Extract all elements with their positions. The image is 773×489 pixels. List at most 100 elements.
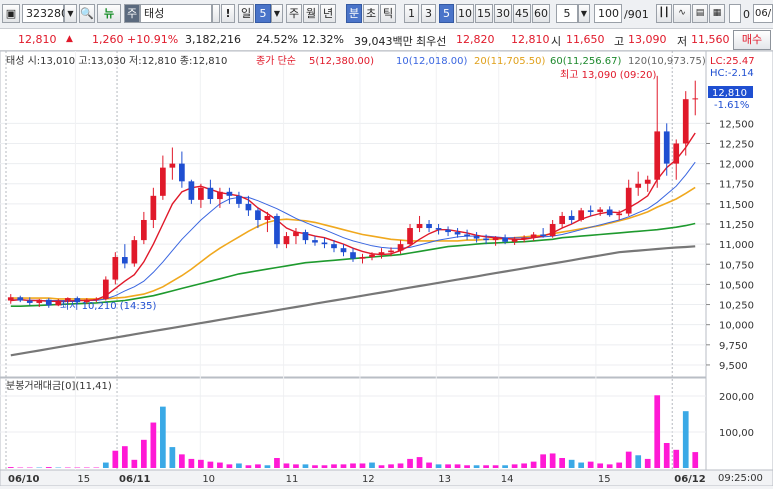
minute-30[interactable]: 30 xyxy=(494,4,512,23)
volume-bar xyxy=(122,446,128,468)
candle-style-icon[interactable]: ┃┃ xyxy=(656,4,672,23)
interval-input[interactable]: 5 xyxy=(556,4,578,23)
option-checkbox[interactable] xyxy=(729,4,741,23)
candle-body xyxy=(436,228,442,230)
volume-panel-title: 분봉거래대금[0](11,41) xyxy=(6,380,112,392)
volume-tick-label: 200,00 xyxy=(719,392,754,403)
candle-body xyxy=(341,248,347,252)
high-label: 고 xyxy=(614,33,624,49)
minute-15[interactable]: 15 xyxy=(475,4,493,23)
volume-bar xyxy=(626,452,632,468)
candle-body xyxy=(464,234,470,236)
x-tick-label: 15 xyxy=(598,474,611,485)
buy-button[interactable]: 매수 xyxy=(733,30,771,50)
candle-body xyxy=(626,188,632,214)
y-tick-label: 10,500 xyxy=(719,280,754,291)
volume-bar xyxy=(217,463,223,468)
volume-bar xyxy=(236,463,242,468)
news-button[interactable]: 뉴 xyxy=(97,4,121,23)
volume-bar xyxy=(550,453,556,468)
minute-1[interactable]: 1 xyxy=(404,4,419,23)
stock-badge: 주 xyxy=(124,4,140,23)
volume-bar xyxy=(521,463,527,468)
candle-body xyxy=(227,192,233,196)
candle-body xyxy=(683,99,689,143)
volume-bar xyxy=(208,462,214,468)
volume-bar xyxy=(350,463,356,468)
stock-code-input[interactable]: 323280 xyxy=(22,4,64,23)
tab-year[interactable]: 년 xyxy=(320,4,336,23)
chart-area[interactable]: 12,50012,25012,00011,75011,50011,25011,0… xyxy=(0,51,773,486)
candle-body xyxy=(217,192,223,199)
candle-body xyxy=(692,98,698,99)
search-icon[interactable]: 🔍 xyxy=(79,4,95,23)
window-menu-icon[interactable]: ▣ xyxy=(2,4,20,23)
hc-label: HC:-2.14 xyxy=(710,68,754,79)
candle-body xyxy=(578,210,584,220)
volume-bar xyxy=(559,458,565,468)
y-tick-label: 10,750 xyxy=(719,260,754,271)
min-price-annotation: 최저 10,210 (14:35) xyxy=(60,300,156,312)
volume-bar xyxy=(360,463,366,468)
volume-bar xyxy=(407,459,413,468)
candle-body xyxy=(170,164,176,168)
x-tick-label: 06/11 xyxy=(119,474,151,485)
volume-bar xyxy=(8,467,14,468)
interval-dropdown-icon[interactable]: ▼ xyxy=(578,4,590,23)
candle-body xyxy=(388,251,394,253)
page-count-input[interactable]: 100 xyxy=(594,4,622,23)
alert-button[interactable]: ! xyxy=(221,4,235,23)
tab-day[interactable]: 일 xyxy=(238,4,254,23)
tab-tick[interactable]: 틱 xyxy=(380,4,396,23)
line-style-icon[interactable]: ∿ xyxy=(673,4,691,23)
volume-value: 3,182,216 xyxy=(185,33,241,46)
resize-icon[interactable] xyxy=(212,4,220,23)
tab-minute[interactable]: 분 xyxy=(346,4,362,23)
volume-bar xyxy=(379,465,385,468)
candle-body xyxy=(322,243,328,245)
candle-body xyxy=(616,214,622,216)
candle-body xyxy=(607,210,613,216)
candle-body xyxy=(46,300,52,306)
candle-body xyxy=(93,299,99,300)
candle-body xyxy=(369,255,375,257)
tab-month[interactable]: 월 xyxy=(303,4,319,23)
volume-bar xyxy=(493,465,499,468)
tab-second[interactable]: 초 xyxy=(363,4,379,23)
toolbar: ▣ 323280 ▼ 🔍 뉴 주 태성 ! 일 5 ▼ 주 월 년 분 초 틱 … xyxy=(0,0,773,29)
page-total: /901 xyxy=(624,8,649,21)
grid-icon[interactable]: ▦ xyxy=(709,4,725,23)
save-icon[interactable]: ▤ xyxy=(692,4,708,23)
volume-bar xyxy=(683,411,689,468)
tab-week[interactable]: 주 xyxy=(286,4,302,23)
y-tick-label: 11,500 xyxy=(719,200,754,211)
candle-body xyxy=(455,232,461,234)
minute-45[interactable]: 45 xyxy=(513,4,531,23)
code-dropdown-icon[interactable]: ▼ xyxy=(64,4,77,23)
candle-body xyxy=(559,216,565,224)
candle-body xyxy=(502,238,508,242)
tab-day-count[interactable]: 5 xyxy=(255,4,271,23)
volume-bar xyxy=(274,458,280,468)
candle-body xyxy=(645,180,651,184)
minute-3[interactable]: 3 xyxy=(421,4,436,23)
volume-bar xyxy=(483,465,489,468)
minute-10[interactable]: 10 xyxy=(456,4,474,23)
volume-bar xyxy=(189,459,195,468)
date-input[interactable]: 06/ xyxy=(753,4,773,23)
x-tick-label: 14 xyxy=(501,474,514,485)
current-price-axis-label: 12,810 xyxy=(712,88,747,99)
candle-body xyxy=(350,252,356,258)
volume-bar xyxy=(198,460,204,468)
volume-bar xyxy=(322,465,328,468)
volume-bar xyxy=(531,462,537,468)
volume-bar xyxy=(607,464,613,468)
candlestick-chart[interactable]: 12,50012,25012,00011,75011,50011,25011,0… xyxy=(0,51,773,486)
stock-name-field[interactable]: 태성 xyxy=(140,4,212,23)
minute-60[interactable]: 60 xyxy=(532,4,550,23)
candle-body xyxy=(331,244,337,248)
minute-5[interactable]: 5 xyxy=(439,4,454,23)
max-price-annotation: 최고 13,090 (09:20) xyxy=(560,69,656,81)
candle-body xyxy=(189,181,195,200)
day-count-dropdown-icon[interactable]: ▼ xyxy=(271,4,283,23)
